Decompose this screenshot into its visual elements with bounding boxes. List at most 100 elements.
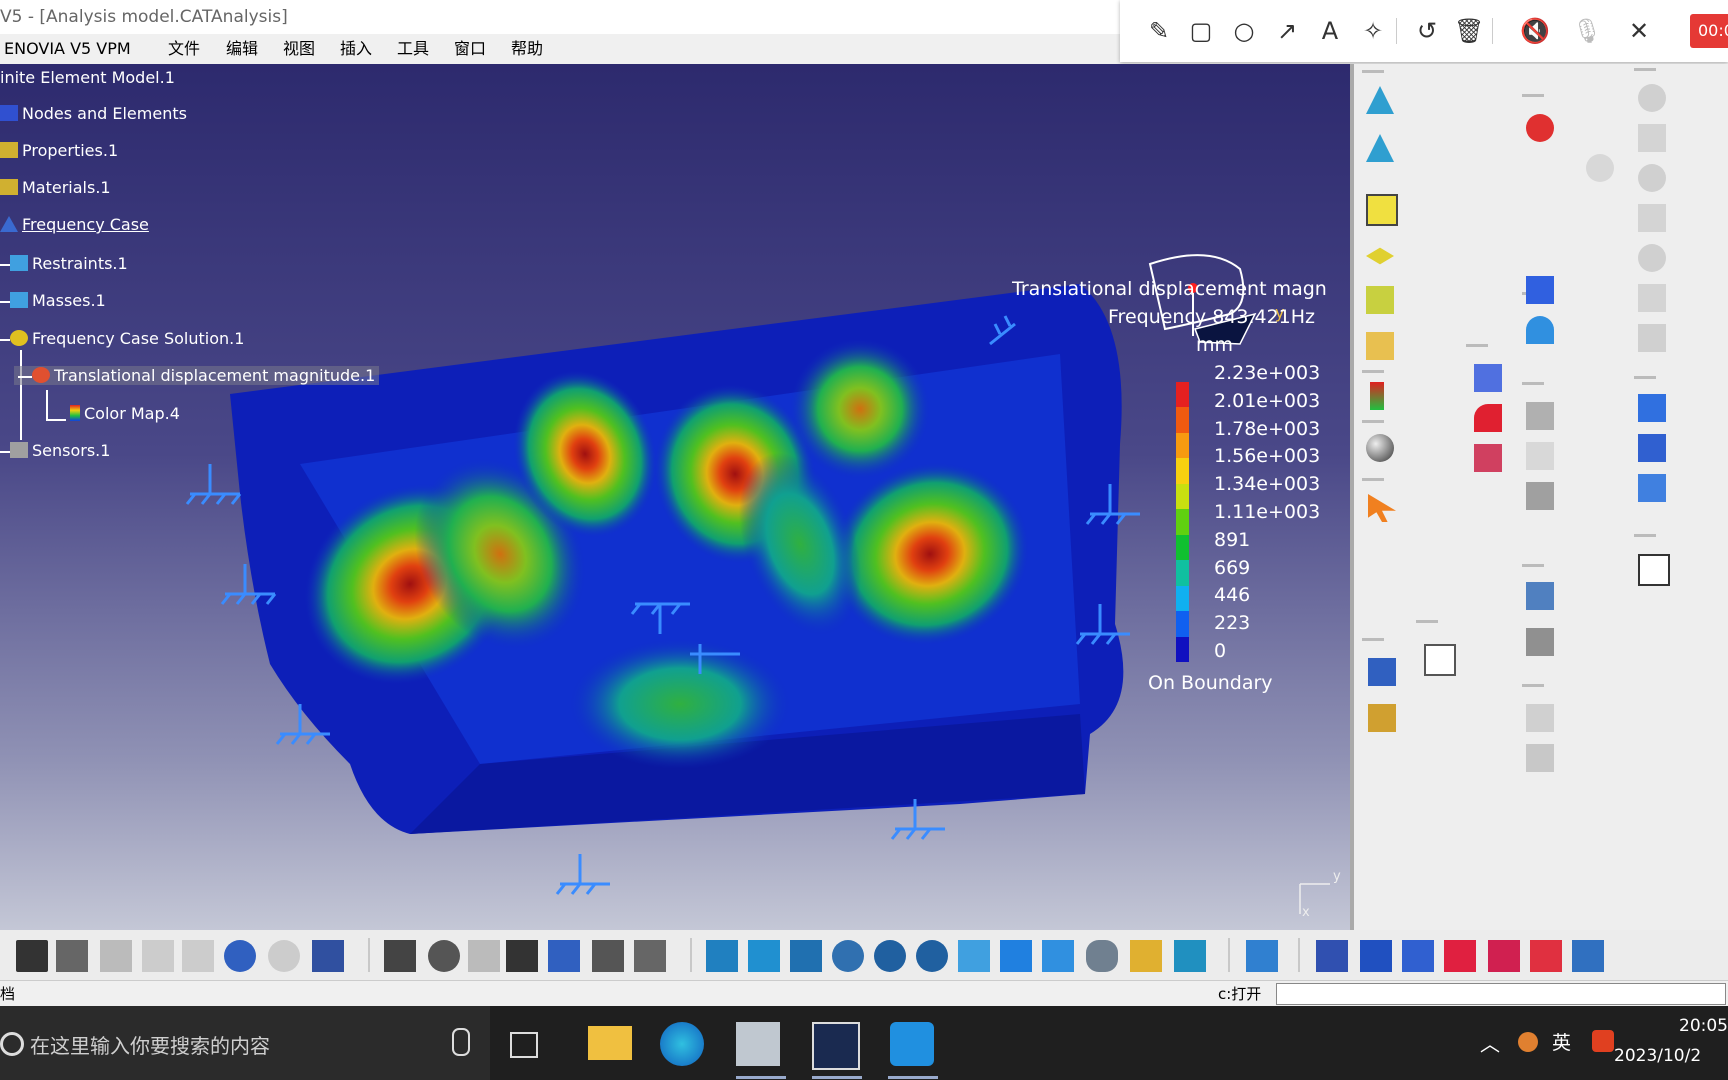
tree-frequency-case-solution[interactable]: Frequency Case Solution.1 [0, 329, 244, 348]
connection-icon[interactable] [1526, 316, 1554, 344]
fit-all-icon[interactable] [748, 940, 780, 972]
mesh-tetra2-icon[interactable] [1366, 134, 1394, 162]
edit-gray-icon[interactable] [1638, 124, 1666, 152]
axis-blue-icon[interactable] [1638, 474, 1666, 502]
multi-view-icon[interactable] [1000, 940, 1032, 972]
copy-icon[interactable] [142, 940, 174, 972]
pen-icon[interactable]: ✎ [1144, 16, 1174, 46]
user-material-icon[interactable] [1368, 658, 1396, 686]
menu-window[interactable]: 窗口 [454, 34, 486, 64]
mesh-tetra-icon[interactable] [1366, 86, 1394, 114]
print-image-icon[interactable] [1424, 644, 1456, 676]
knowledge-icon[interactable] [468, 940, 500, 972]
table-sheet-icon[interactable] [1526, 744, 1554, 772]
rectangle-icon[interactable]: ▢ [1186, 16, 1216, 46]
menu-insert[interactable]: 插入 [340, 34, 372, 64]
menu-edit[interactable]: 编辑 [226, 34, 258, 64]
tree-nodes-and-elements[interactable]: Nodes and Elements [0, 104, 187, 123]
sogou-icon[interactable] [1592, 1030, 1614, 1052]
save-icon[interactable] [16, 940, 48, 972]
menu-file[interactable]: 文件 [168, 34, 200, 64]
comment-icon[interactable] [428, 940, 460, 972]
tree-properties[interactable]: Properties.1 [0, 141, 118, 160]
menu-view[interactable]: 视图 [283, 34, 315, 64]
select-arrow-icon[interactable] [1368, 494, 1396, 522]
fea-model-render[interactable]: y y x [0, 64, 1350, 930]
magic-wand-icon[interactable]: ✧ [1358, 16, 1388, 46]
catia-icon[interactable] [812, 1022, 860, 1070]
scroll-icon[interactable] [1526, 482, 1554, 510]
swap-space-icon[interactable] [1174, 940, 1206, 972]
analysis-assembly-icon[interactable] [1316, 940, 1348, 972]
rotate-icon[interactable] [832, 940, 864, 972]
app-monitor-icon[interactable] [736, 1022, 780, 1066]
solid-property-icon[interactable] [1366, 194, 1398, 226]
print-icon[interactable] [56, 940, 88, 972]
formula-icon[interactable] [384, 940, 416, 972]
phone-app-icon[interactable] [890, 1022, 934, 1066]
clamp-icon[interactable] [1526, 628, 1554, 656]
property-sum-icon[interactable] [1368, 704, 1396, 732]
tree-sensors[interactable]: Sensors.1 [0, 441, 110, 460]
tree-masses[interactable]: Masses.1 [0, 291, 106, 310]
animate-icon[interactable] [1572, 940, 1604, 972]
virtual-part-icon[interactable] [1526, 276, 1554, 304]
report-icon[interactable] [1526, 402, 1554, 430]
redo-icon[interactable] [268, 940, 300, 972]
material-icon[interactable] [1366, 332, 1394, 360]
magnifier-icon[interactable] [1586, 154, 1614, 182]
menu-enovia[interactable]: ENOVIA V5 VPM [4, 34, 131, 64]
tree-root[interactable]: inite Element Model.1 [0, 68, 175, 87]
gear-gray-icon[interactable] [1638, 244, 1666, 272]
adaptivity-icon[interactable] [1526, 442, 1554, 470]
tray-app-icon[interactable] [1518, 1032, 1538, 1052]
pan-icon[interactable] [790, 940, 822, 972]
trash-icon[interactable]: 🗑 [1454, 16, 1484, 46]
tree-structure-icon[interactable] [548, 940, 580, 972]
tree-color-map[interactable]: Color Map.4 [70, 404, 180, 423]
pin-blue-icon[interactable] [1638, 434, 1666, 462]
fly-mode-icon[interactable] [706, 940, 738, 972]
whats-this-icon[interactable] [312, 940, 344, 972]
spring-gray-icon[interactable] [1638, 324, 1666, 352]
edge-icon[interactable] [660, 1022, 704, 1066]
zoom-in-icon[interactable] [874, 940, 906, 972]
text-icon[interactable]: A [1315, 16, 1345, 46]
lock-icon[interactable] [592, 940, 624, 972]
sensor-icon[interactable] [1370, 382, 1384, 410]
cut-icon[interactable] [100, 940, 132, 972]
record-timer[interactable]: 00:0 [1690, 14, 1728, 48]
composite-property-icon[interactable] [1366, 286, 1394, 314]
circle-icon[interactable]: ○ [1229, 16, 1259, 46]
rotate-gray-icon[interactable] [1638, 84, 1666, 112]
close-icon[interactable]: ✕ [1624, 16, 1654, 46]
tree-translational-displacement[interactable]: Translational displacement magnitude.1 [14, 366, 380, 385]
image-deformation-icon[interactable] [1474, 404, 1502, 432]
tree-frequency-case[interactable]: Frequency Case [0, 215, 149, 234]
spec-tree-icon[interactable] [1246, 940, 1278, 972]
speaker-muted-icon[interactable]: 🔇 [1520, 16, 1550, 46]
3d-viewport[interactable]: y y x inite Element Model.1 Nodes and El… [0, 64, 1350, 930]
task-view-icon[interactable] [510, 1032, 538, 1058]
shell-property-icon[interactable] [1366, 247, 1394, 265]
compute-icon[interactable] [1526, 114, 1554, 142]
sphere-icon[interactable] [1366, 434, 1394, 462]
undo-icon[interactable]: ↺ [1412, 16, 1442, 46]
file-explorer-icon[interactable] [588, 1026, 632, 1060]
clock-date[interactable]: 2023/10/2 [1614, 1046, 1728, 1066]
clock-time[interactable]: 20:05 [1630, 1016, 1728, 1036]
paste-icon[interactable] [182, 940, 214, 972]
undo-icon[interactable] [224, 940, 256, 972]
principal-stress-icon[interactable] [1530, 940, 1562, 972]
image-stress-icon[interactable] [1474, 444, 1502, 472]
calculator-icon[interactable] [1638, 554, 1670, 586]
restraint-icon[interactable] [1474, 364, 1502, 392]
arrow-icon[interactable]: ↗ [1272, 16, 1302, 46]
menu-help[interactable]: 帮助 [511, 34, 543, 64]
deformation-icon[interactable] [1402, 940, 1434, 972]
bulb-gray-icon[interactable] [1638, 164, 1666, 192]
microphone-icon[interactable] [452, 1028, 470, 1056]
cube-icon[interactable] [1360, 940, 1392, 972]
macro-icon[interactable] [634, 940, 666, 972]
iso-view-icon[interactable] [1042, 940, 1074, 972]
